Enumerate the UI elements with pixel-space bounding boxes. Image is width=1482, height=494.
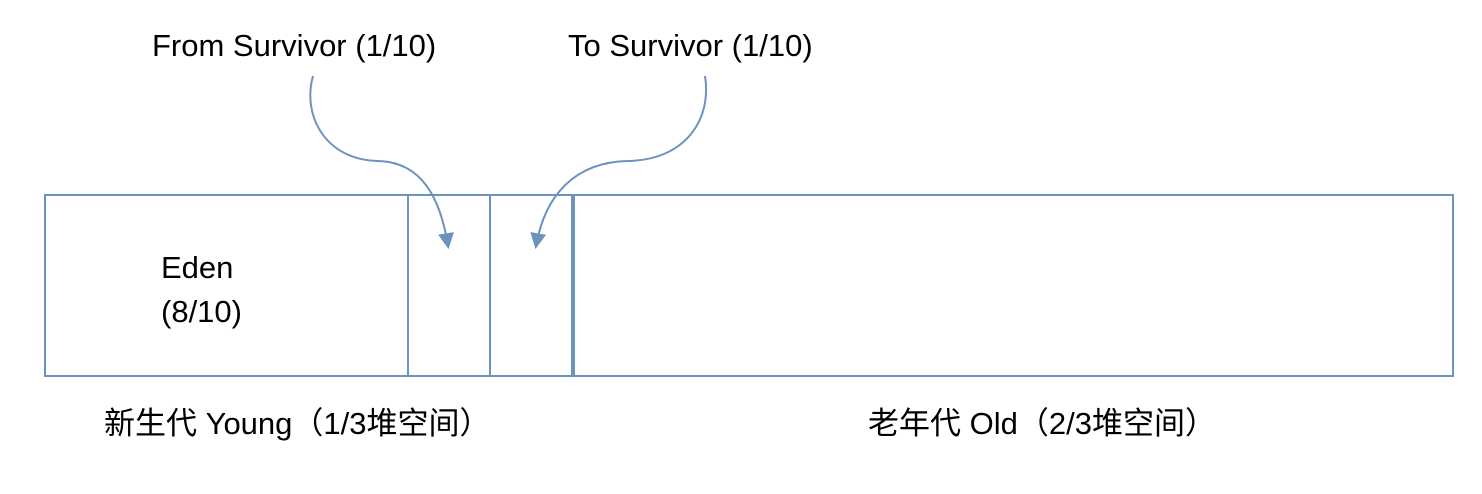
eden-region-label: Eden (8/10) <box>161 246 242 334</box>
eden-survivor-divider <box>407 196 409 375</box>
young-old-divider <box>571 196 575 375</box>
young-generation-label: 新生代 Young（1/3堆空间） <box>104 406 491 441</box>
eden-name: Eden <box>161 250 234 285</box>
survivor-divider <box>489 196 491 375</box>
eden-ratio: (8/10) <box>161 294 242 329</box>
heap-bar: Eden (8/10) <box>44 194 1454 377</box>
from-survivor-label: From Survivor (1/10) <box>152 28 437 63</box>
to-survivor-label: To Survivor (1/10) <box>568 28 813 63</box>
old-generation-label: 老年代 Old（2/3堆空间） <box>868 406 1216 441</box>
